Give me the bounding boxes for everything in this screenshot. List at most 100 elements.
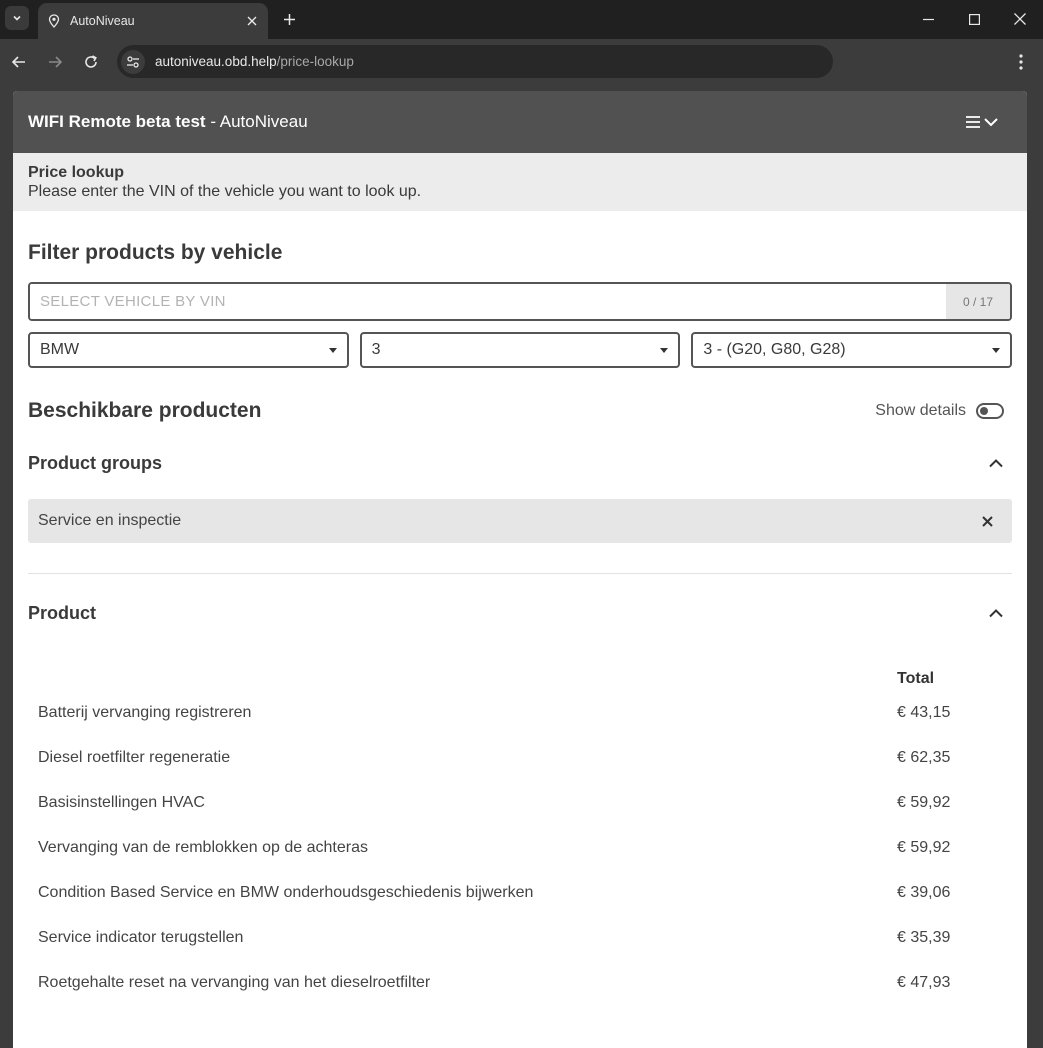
close-icon	[1014, 13, 1026, 25]
vehicle-selects: BMW 3 3 - (G20, G80, G28)	[28, 332, 1013, 368]
browser-tabbar: AutoNiveau	[0, 0, 1043, 39]
arrow-right-icon	[49, 56, 63, 68]
product-name-header	[28, 668, 897, 690]
product-name: Service indicator terugstellen	[38, 928, 244, 946]
url-text: autoniveau.obd.help/price-lookup	[155, 54, 354, 69]
app-title-strong: WIFI Remote beta test	[28, 112, 206, 131]
site-info-button[interactable]	[121, 49, 145, 74]
vin-input[interactable]	[30, 284, 946, 319]
reload-button[interactable]	[79, 50, 103, 74]
caret-down-icon	[660, 347, 669, 353]
forward-button[interactable]	[43, 50, 67, 74]
chevron-up-icon	[989, 609, 1003, 618]
series-select-value: 3	[371, 341, 381, 358]
tune-icon	[127, 55, 139, 68]
product-name: Vervanging van de remblokken op de achte…	[38, 838, 368, 856]
filter-title: Filter products by vehicle	[28, 241, 283, 264]
maximize-button[interactable]	[961, 6, 987, 32]
product-groups-title: Product groups	[28, 452, 162, 473]
product-name: Batterij vervanging registreren	[38, 703, 252, 721]
subheader-text: Please enter the VIN of the vehicle you …	[28, 183, 422, 200]
product-price: € 39,06	[897, 883, 951, 901]
selected-product-group-label: Service en inspectie	[38, 512, 182, 529]
app-menu-button[interactable]	[966, 116, 998, 128]
make-select[interactable]: BMW	[28, 332, 349, 368]
model-select-value: 3 - (G20, G80, G28)	[703, 341, 846, 358]
close-icon	[981, 515, 993, 527]
url-host: autoniveau.obd.help	[155, 54, 277, 69]
subheader: Price lookup Please enter the VIN of the…	[13, 153, 1027, 211]
caret-down-icon	[328, 347, 337, 353]
table-row[interactable]: Vervanging van de remblokken op de achte…	[28, 825, 1012, 870]
app-header: WIFI Remote beta test - AutoNiveau	[13, 91, 1027, 153]
product-name: Condition Based Service en BMW onderhoud…	[38, 883, 534, 901]
browser-toolbar: autoniveau.obd.help/price-lookup	[0, 39, 1043, 85]
product-name: Diesel roetfilter regeneratie	[38, 748, 231, 766]
app-title: WIFI Remote beta test - AutoNiveau	[28, 112, 308, 132]
product-price: € 62,35	[897, 748, 951, 766]
minimize-icon	[922, 18, 934, 20]
new-tab-button[interactable]	[278, 8, 300, 30]
caret-down-icon	[992, 347, 1001, 353]
product-name: Basisinstellingen HVAC	[38, 793, 205, 811]
maximize-icon	[968, 13, 980, 25]
address-bar[interactable]: autoniveau.obd.help/price-lookup	[117, 45, 833, 78]
subheader-title: Price lookup	[28, 164, 125, 181]
main-content: Filter products by vehicle 0 / 17 BMW 3 …	[13, 241, 1027, 1005]
remove-product-group-button[interactable]	[978, 512, 996, 530]
plus-icon	[283, 13, 295, 25]
products-table: Total Batterij vervanging registreren € …	[28, 668, 1012, 1005]
minimize-button[interactable]	[915, 6, 941, 32]
product-price: € 43,15	[897, 703, 951, 721]
close-window-button[interactable]	[1007, 6, 1033, 32]
available-products-title: Beschikbare producten	[28, 399, 262, 422]
back-button[interactable]	[7, 50, 31, 74]
hamburger-icon	[966, 116, 980, 128]
make-select-value: BMW	[40, 341, 80, 358]
product-header[interactable]: Product	[28, 602, 1012, 624]
table-row[interactable]: Condition Based Service en BMW onderhoud…	[28, 870, 1012, 915]
product-price: € 59,92	[897, 838, 951, 856]
browser-menu-button[interactable]	[1009, 50, 1033, 74]
selected-product-group: Service en inspectie	[28, 499, 1012, 543]
product-price: € 47,93	[897, 973, 951, 991]
product-groups-header[interactable]: Product groups	[28, 452, 1012, 474]
close-icon	[247, 16, 257, 26]
chevron-up-icon	[989, 459, 1003, 468]
product-name: Roetgehalte reset na vervanging van het …	[38, 973, 431, 991]
table-row[interactable]: Service indicator terugstellen € 35,39	[28, 915, 1012, 960]
more-vertical-icon	[1019, 54, 1023, 70]
chevron-down-icon	[13, 15, 21, 21]
vin-char-counter: 0 / 17	[946, 284, 1010, 319]
show-details-label: Show details	[875, 402, 966, 419]
table-header-row: Total	[28, 668, 1012, 690]
table-row[interactable]: Basisinstellingen HVAC € 59,92	[28, 780, 1012, 825]
app-title-rest: - AutoNiveau	[205, 112, 308, 131]
product-price: € 59,92	[897, 793, 951, 811]
tab-search-button[interactable]	[5, 6, 29, 30]
show-details-toggle[interactable]: Show details	[875, 402, 1004, 420]
location-pin-icon	[48, 14, 60, 28]
arrow-left-icon	[11, 56, 25, 68]
collapse-product-button[interactable]	[986, 603, 1006, 623]
browser-tab[interactable]: AutoNiveau	[38, 3, 268, 39]
vin-field: 0 / 17	[28, 282, 1012, 321]
reload-icon	[85, 55, 97, 68]
tab-title: AutoNiveau	[70, 14, 135, 28]
url-path: /price-lookup	[276, 54, 354, 69]
total-header: Total	[897, 670, 935, 687]
toggle-switch-icon[interactable]	[976, 403, 1004, 419]
tab-close-button[interactable]	[242, 11, 262, 31]
table-row[interactable]: Roetgehalte reset na vervanging van het …	[28, 960, 1012, 1005]
table-row[interactable]: Batterij vervanging registreren € 43,15	[28, 690, 1012, 735]
product-price: € 35,39	[897, 928, 951, 946]
page: WIFI Remote beta test - AutoNiveau Price…	[13, 91, 1027, 1048]
available-products-header: Beschikbare producten Show details	[28, 399, 1012, 422]
table-row[interactable]: Diesel roetfilter regeneratie € 62,35	[28, 735, 1012, 780]
chevron-down-icon	[984, 118, 998, 127]
divider	[28, 573, 1012, 574]
series-select[interactable]: 3	[359, 332, 681, 368]
product-title: Product	[28, 602, 97, 623]
collapse-product-groups-button[interactable]	[986, 453, 1006, 473]
model-select[interactable]: 3 - (G20, G80, G28)	[691, 332, 1013, 368]
